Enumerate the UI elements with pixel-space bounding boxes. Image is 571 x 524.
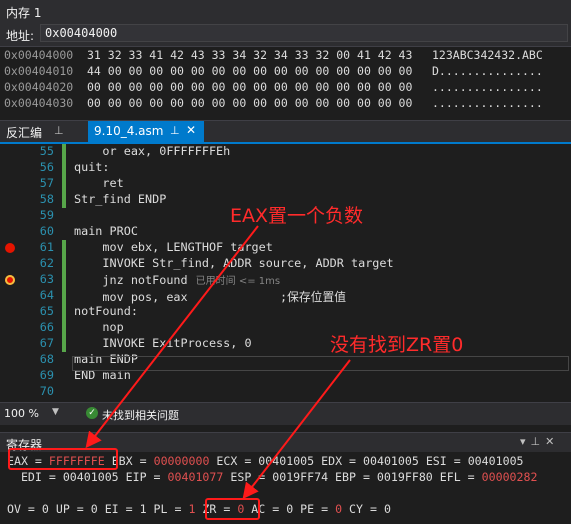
annotation-arrows — [85, 225, 351, 500]
eax-arrow — [85, 225, 259, 449]
zr-arrow — [242, 359, 351, 500]
